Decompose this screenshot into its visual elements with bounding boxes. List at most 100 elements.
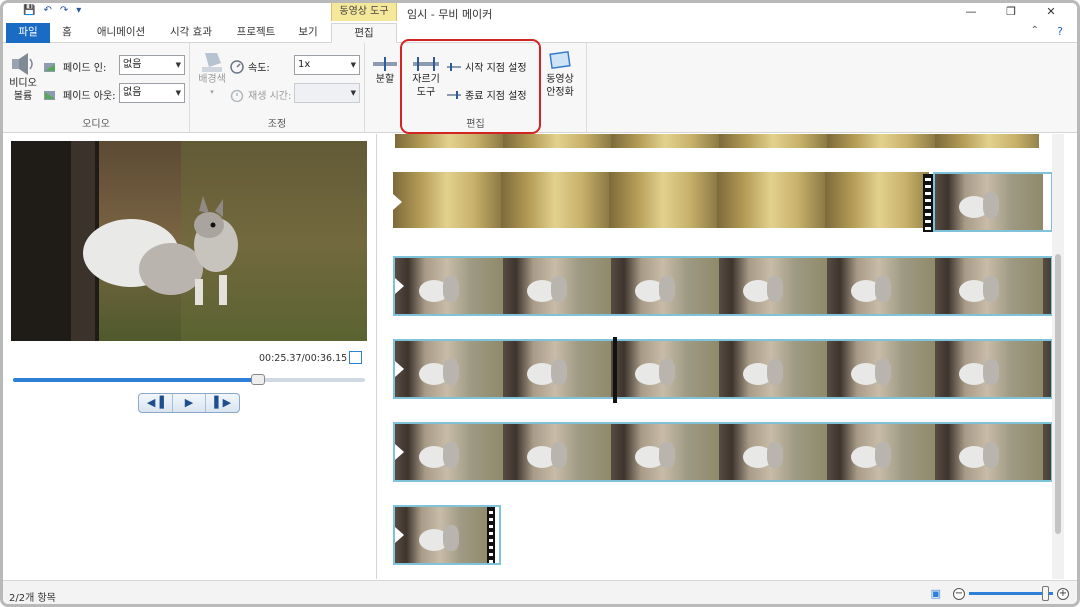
play-icon[interactable]: ▶ [173,394,207,412]
tab-file[interactable]: 파일 [6,23,50,43]
video-thumbnail [395,134,503,148]
video-thumbnail [395,341,503,397]
expand-preview-icon[interactable] [349,351,362,364]
clip-start-marker [395,361,404,377]
video-thumbnail [393,172,501,228]
stabilization-button[interactable]: 동영상 안정화 [537,49,583,99]
chevron-down-icon: ▼ [175,89,181,97]
tab-view[interactable]: 보기 [291,23,325,43]
chevron-down-icon: ▼ [175,61,181,69]
next-frame-icon[interactable]: ▌▶ [206,394,239,412]
video-thumbnail [719,341,827,397]
storyboard-row[interactable] [393,134,1041,150]
video-thumbnail [827,424,935,480]
highlight-annotation [400,39,541,134]
help-icon[interactable]: ? [1057,25,1063,38]
video-volume-button[interactable]: 비디오 볼륨 [7,51,39,103]
tab-home[interactable]: 홈 [55,23,79,43]
close-icon[interactable]: ✕ [1031,3,1071,21]
squirrel-clip-selected[interactable] [393,422,1053,482]
collapse-ribbon-icon[interactable]: ⌃ [1031,25,1039,36]
clip-start-marker [395,527,404,543]
zoom-out-icon[interactable]: − [953,587,965,600]
speaker-icon [12,53,33,75]
zoom-control: ▣ − + [931,586,1069,601]
split-button[interactable]: 분할 [369,55,401,86]
split-icon [373,57,397,71]
tab-project[interactable]: 프로젝트 [231,23,281,43]
video-thumbnail [719,424,827,480]
playhead-indicator[interactable] [613,337,617,403]
minimize-icon[interactable]: — [951,3,991,21]
playback-controls: ◀▐ ▶ ▌▶ [138,393,240,413]
video-preview [11,141,367,341]
thumbnail-size-icon[interactable]: ▣ [931,587,941,600]
duration-select[interactable]: ▼ [294,83,360,103]
video-thumbnail [719,134,827,148]
fade-out-select[interactable]: 없음 ▼ [119,83,185,103]
speed-row: 속도: [230,59,270,74]
fade-in-value: 없음 [123,59,142,70]
video-thumbnail [395,424,503,480]
speed-select[interactable]: 1x ▼ [294,55,360,75]
clip-start-marker [395,278,404,294]
clip-boundary [487,507,495,563]
tab-visual-effects[interactable]: 시각 효과 [161,23,221,43]
fade-in-icon [44,62,55,72]
status-bar: 2/2개 항목 ▣ − + [3,580,1077,604]
squirrel-video-frame [11,141,367,341]
stabilization-icon [549,50,571,70]
fade-in-row: 페이드 인: [43,59,106,74]
previous-frame-icon[interactable]: ◀▐ [139,394,173,412]
window-controls: — ❐ ✕ [951,3,1071,21]
storyboard-scrollbar[interactable] [1052,134,1064,579]
adjust-group-label: 조정 [267,119,287,130]
context-tab-header: 동영상 도구 [331,3,397,21]
video-thumbnail [719,258,827,314]
video-thumbnail [501,172,609,228]
fade-out-label: 페이드 아웃: [63,91,116,102]
tab-animation[interactable]: 애니메이션 [91,23,151,43]
seek-thumb[interactable] [250,374,265,385]
video-thumbnail [395,507,489,563]
background-color-button[interactable]: 배경색 ▾ [194,49,230,99]
timecode: 00:25.37/00:36.15 [259,353,348,364]
app-window: 💾 ↶ ↷ ▾ 동영상 도구 임시 - 무비 메이커 — ❐ ✕ 파일 홈 애니… [0,0,1080,607]
video-thumbnail [609,172,717,228]
duration-row: 재생 시간: [230,87,291,102]
squirrel-clip-selected[interactable] [393,505,501,565]
preview-pane: 00:25.37/00:36.15 ◀▐ ▶ ▌▶ [3,134,377,579]
video-volume-label: 비디오 볼륨 [9,78,37,102]
redo-icon[interactable]: ↷ [60,5,68,16]
zoom-in-icon[interactable]: + [1057,587,1069,600]
paint-bucket-icon [202,53,222,72]
title-bar: 💾 ↶ ↷ ▾ 동영상 도구 임시 - 무비 메이커 — ❐ ✕ [3,3,1077,23]
squirrel-clip-selected[interactable] [393,256,1053,316]
tab-edit[interactable]: 편집 [331,23,397,43]
undo-icon[interactable]: ↶ [43,5,51,16]
video-thumbnail [503,424,611,480]
adjust-group: 배경색 ▾ 속도: 1x ▼ 재생 시간: ▼ 조정 [190,43,365,133]
zoom-slider[interactable] [969,586,1053,601]
video-thumbnail [503,258,611,314]
save-icon[interactable]: 💾 [23,5,35,16]
split-label: 분할 [375,74,395,85]
clip-boundary [923,174,933,232]
maximize-icon[interactable]: ❐ [991,3,1031,21]
chevron-down-icon: ▾ [210,88,214,96]
fade-out-row: 페이드 아웃: [43,87,116,102]
squirrel-clip-selected[interactable] [933,172,1053,232]
video-thumbnail [611,134,719,148]
chevron-down-icon: ▼ [350,89,356,97]
speed-icon [230,59,244,74]
audio-group: 비디오 볼륨 페이드 인: 없음 ▼ 페이드 아웃: 없음 ▼ 오디오 [3,43,190,133]
scrollbar-thumb[interactable] [1055,254,1061,534]
forest-clip[interactable] [393,172,929,232]
seek-bar[interactable] [13,374,365,385]
fade-in-select[interactable]: 없음 ▼ [119,55,185,75]
squirrel-clip-selected[interactable] [393,339,1053,399]
customize-icon[interactable]: ▾ [76,5,81,16]
zoom-slider-thumb[interactable] [1041,586,1049,601]
item-count: 2/2개 항목 [9,593,56,604]
video-thumbnail [717,172,825,228]
